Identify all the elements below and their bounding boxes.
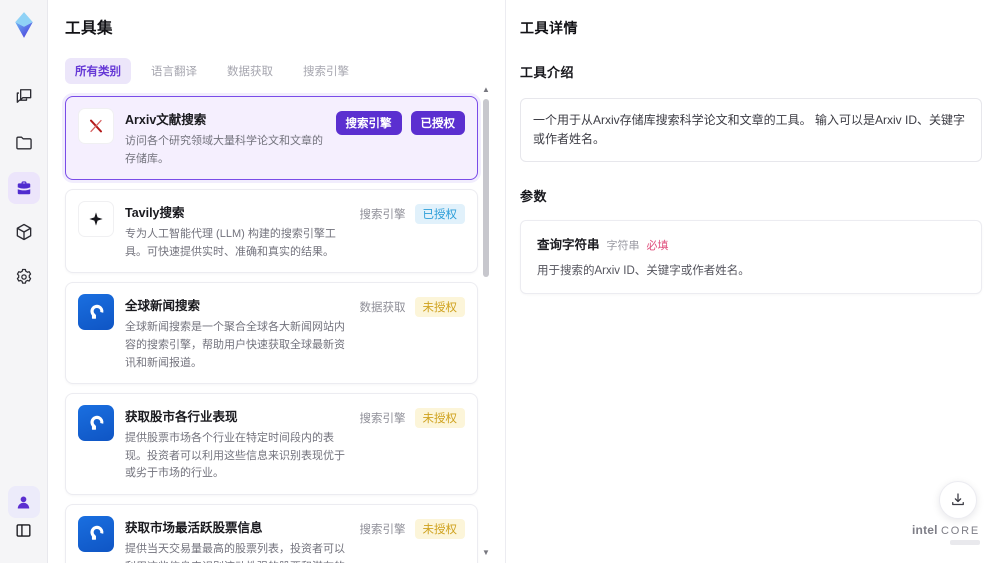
cube-icon[interactable]: [8, 216, 40, 248]
tool-name: 获取市场最活跃股票信息: [125, 520, 263, 535]
arxiv-icon: [78, 108, 114, 144]
app-window: 工具集 所有类别 语言翻译 数据获取 搜索引擎 Arxiv文献搜索 访问各个研究领域大…: [0, 0, 1000, 563]
globalnews-icon: [78, 294, 114, 331]
tool-card[interactable]: Arxiv文献搜索 访问各个研究领域大量科学论文和文章的存储库。 搜索引擎 已授…: [65, 96, 478, 181]
tool-category-label: 搜索引擎: [335, 111, 402, 135]
tool-description: 全球新闻搜索是一个聚合全球各大新闻网站内容的搜索引擎，帮助用户快速获取全球最新资…: [125, 321, 345, 369]
sidebar: [0, 0, 48, 563]
param-card: 查询字符串 字符串 必填 用于搜索的Arxiv ID、关键字或作者姓名。: [520, 220, 982, 295]
scrollbar[interactable]: ▲ ▼: [481, 86, 491, 557]
chat-icon[interactable]: [8, 80, 40, 112]
globalnews-icon: [78, 515, 114, 552]
tool-list: Arxiv文献搜索 访问各个研究领域大量科学论文和文章的存储库。 搜索引擎 已授…: [65, 96, 478, 563]
tool-name: 获取股市各行业表现: [125, 410, 238, 425]
detail-title: 工具详情: [520, 20, 578, 36]
intro-heading: 工具介绍: [520, 65, 575, 80]
scroll-down-icon[interactable]: ▼: [481, 549, 491, 557]
param-type: 字符串: [606, 240, 640, 253]
panel-toggle-icon[interactable]: [8, 514, 40, 546]
tool-auth-badge: 未授权: [414, 297, 465, 318]
tool-name: 全球新闻搜索: [125, 299, 201, 314]
param-name: 查询字符串: [537, 238, 600, 253]
category-tab[interactable]: 所有类别: [65, 58, 131, 84]
param-list: 查询字符串 字符串 必填 用于搜索的Arxiv ID、关键字或作者姓名。: [520, 220, 982, 295]
brand-ultra-mark: [950, 540, 980, 545]
tool-description: 提供股票市场各个行业在特定时间段内的表现。投资者可以利用这些信息来识别表现优于或…: [125, 432, 345, 480]
category-tabs: 所有类别 语言翻译 数据获取 搜索引擎: [65, 58, 505, 84]
page-title: 工具集: [65, 20, 114, 37]
brand-core-text: core: [941, 525, 980, 537]
folder-icon[interactable]: [8, 127, 40, 159]
globalnews-icon: [78, 405, 114, 442]
param-description: 用于搜索的Arxiv ID、关键字或作者姓名。: [537, 265, 750, 278]
main-content: 工具集 所有类别 语言翻译 数据获取 搜索引擎 Arxiv文献搜索 访问各个研究领域大…: [48, 0, 1000, 563]
intel-core-logo: intel core: [912, 523, 980, 545]
brand-intel-text: intel: [912, 523, 938, 537]
category-tab[interactable]: 语言翻译: [141, 58, 207, 84]
tool-auth-badge: 已授权: [414, 204, 465, 225]
tool-category-label: 数据获取: [359, 302, 406, 315]
tool-detail-panel: 工具详情 工具介绍 一个用于从Arxiv存储库搜索科学论文和文章的工具。 输入可…: [506, 0, 1000, 563]
tool-category-label: 搜索引擎: [359, 413, 406, 426]
tool-description: 访问各个研究领域大量科学论文和文章的存储库。: [125, 135, 323, 165]
intro-box: 一个用于从Arxiv存储库搜索科学论文和文章的工具。 输入可以是Arxiv ID…: [520, 98, 982, 163]
scrollbar-thumb[interactable]: [483, 99, 489, 277]
tool-category-label: 搜索引擎: [359, 523, 406, 536]
download-icon: [952, 493, 964, 506]
tool-description: 提供当天交易量最高的股票列表，投资者可以利用这些信息来识别流动性强的股票和潜在的…: [125, 542, 345, 563]
toolbox-icon[interactable]: [7, 172, 40, 204]
tool-name: Arxiv文献搜索: [125, 113, 207, 127]
download-button[interactable]: [939, 481, 977, 519]
category-tab[interactable]: 搜索引擎: [293, 58, 359, 84]
tool-card[interactable]: 获取股市各行业表现 提供股票市场各个行业在特定时间段内的表现。投资者可以利用这些…: [65, 393, 478, 495]
category-tab[interactable]: 数据获取: [217, 58, 283, 84]
tool-card[interactable]: Tavily搜索 专为人工智能代理 (LLM) 构建的搜索引擎工具。可快速提供实…: [65, 189, 478, 274]
params-heading: 参数: [520, 189, 548, 205]
tool-list-panel: 工具集 所有类别 语言翻译 数据获取 搜索引擎 Arxiv文献搜索 访问各个研究领域大…: [48, 0, 506, 563]
gear-icon[interactable]: [8, 261, 40, 293]
tool-name: Tavily搜索: [125, 206, 185, 221]
tool-auth-badge: 未授权: [414, 518, 465, 539]
param-required-label: 必填: [646, 240, 669, 253]
tool-card[interactable]: 全球新闻搜索 全球新闻搜索是一个聚合全球各大新闻网站内容的搜索引擎，帮助用户快速…: [65, 282, 478, 385]
logo-icon[interactable]: [7, 8, 41, 42]
intro-text: 一个用于从Arxiv存储库搜索科学论文和文章的工具。 输入可以是Arxiv ID…: [533, 113, 966, 147]
scroll-up-icon[interactable]: ▲: [481, 86, 491, 94]
tool-description: 专为人工智能代理 (LLM) 构建的搜索引擎工具。可快速提供实时、准确和真实的结…: [125, 228, 336, 258]
tool-card[interactable]: 获取市场最活跃股票信息 提供当天交易量最高的股票列表，投资者可以利用这些信息来识…: [65, 503, 478, 563]
sparkle-icon: [78, 201, 114, 238]
tool-auth-badge: 已授权: [410, 111, 465, 135]
tool-auth-badge: 未授权: [414, 408, 465, 429]
tool-category-label: 搜索引擎: [359, 209, 406, 222]
